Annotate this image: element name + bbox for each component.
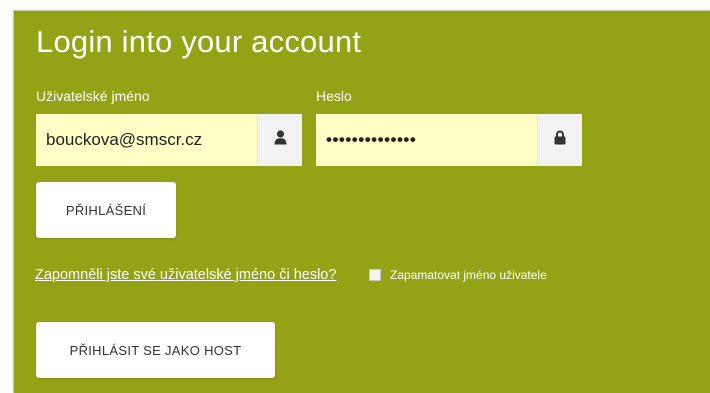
remember-checkbox[interactable] xyxy=(369,269,381,281)
password-label: Heslo xyxy=(316,88,352,104)
username-input[interactable]: bouckova@smscr.cz xyxy=(36,114,257,166)
password-addon xyxy=(537,114,582,166)
login-panel: Login into your account Uživatelské jmén… xyxy=(13,10,710,393)
remember-username[interactable]: Zapamatovat jméno uživatele xyxy=(369,267,547,283)
username-addon xyxy=(257,114,302,166)
remember-label: Zapamatovat jméno uživatele xyxy=(390,268,547,282)
username-label: Uživatelské jméno xyxy=(36,88,150,104)
password-field[interactable]: •••••••••••••• xyxy=(316,114,582,166)
login-button[interactable]: PŘIHLÁŠENÍ xyxy=(36,182,176,238)
user-icon xyxy=(274,130,287,150)
password-input[interactable]: •••••••••••••• xyxy=(316,114,537,166)
forgot-password-link[interactable]: Zapomněli jste své uživatelské jméno či … xyxy=(35,265,336,285)
page-title: Login into your account xyxy=(36,24,362,59)
lock-icon xyxy=(554,130,566,150)
guest-login-button[interactable]: PŘIHLÁSIT SE JAKO HOST xyxy=(36,322,275,378)
username-field[interactable]: bouckova@smscr.cz xyxy=(36,114,302,166)
